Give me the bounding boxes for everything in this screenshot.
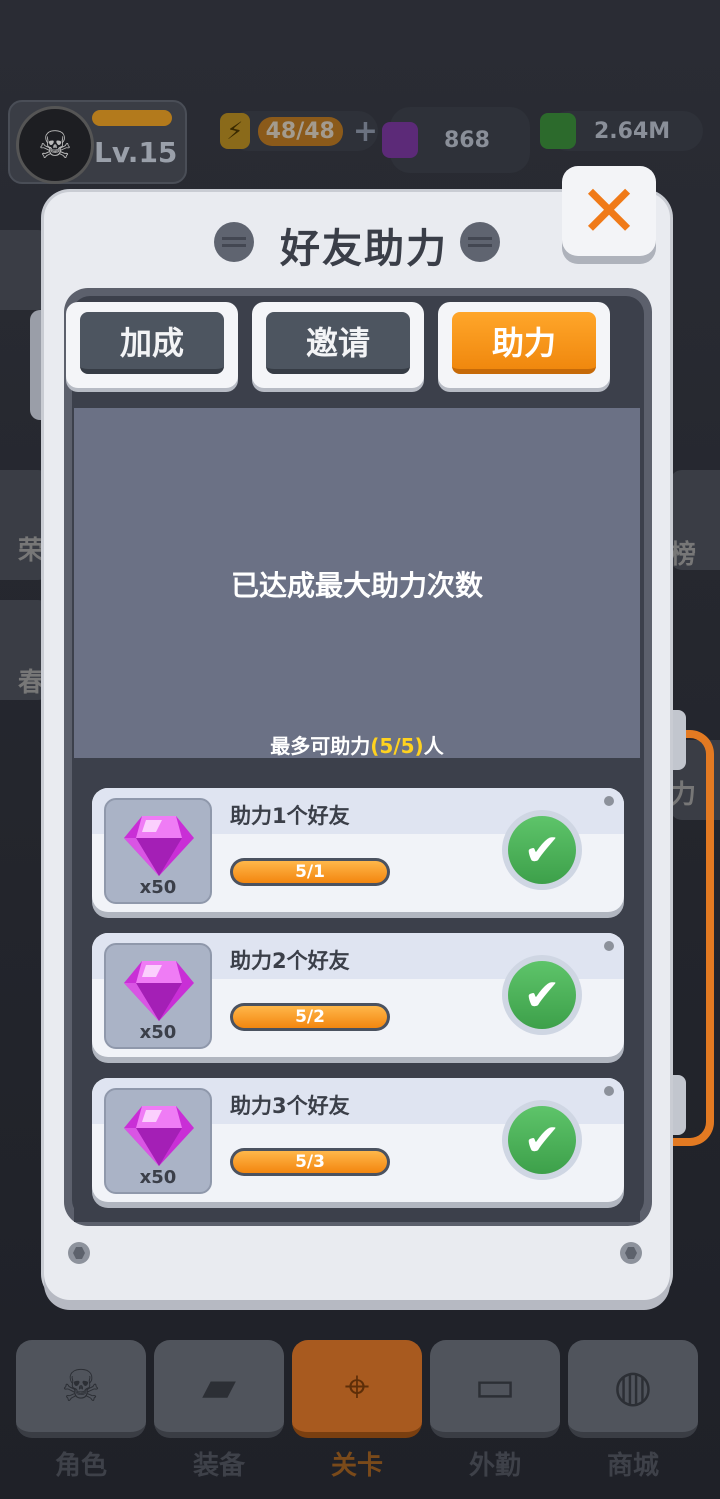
progress-bar: 5/1 [230, 858, 390, 886]
energy-value: 48/48 [257, 116, 343, 146]
nav-stage[interactable]: ⌖ [292, 1340, 422, 1438]
skull-icon: ☠ [61, 1360, 101, 1412]
claimed-check-button[interactable]: ✔ [502, 810, 582, 890]
player-card[interactable]: ☠ Lv.15 [8, 100, 187, 184]
nav-label: 角色 [54, 1451, 107, 1481]
screw-icon [68, 1242, 90, 1264]
reward-title: 助力3个好友 [230, 1094, 350, 1118]
tab-label: 助力 [452, 312, 596, 374]
reward-title: 助力2个好友 [230, 949, 350, 973]
tab-invite[interactable]: 邀请 [252, 302, 424, 388]
reward-list: x50 助力1个好友 5/1 ✔ x50 助力2个好友 5/2 ✔ x50 助力… [74, 766, 640, 1222]
gem-icon [124, 1106, 194, 1166]
gamepad-icon: ▭ [474, 1360, 516, 1412]
xp-bar [92, 110, 172, 126]
checkmark-icon: ✔ [508, 961, 576, 1029]
claimed-check-button[interactable]: ✔ [502, 1100, 582, 1180]
progress-text: 5/2 [295, 1007, 325, 1027]
shop-icon: ◍ [613, 1360, 653, 1412]
progress-text: 5/3 [295, 1152, 325, 1172]
gem-value: 868 [444, 127, 490, 153]
side-left-label-2: 春 [18, 668, 45, 698]
side-button-left-1[interactable] [0, 230, 50, 310]
reward-row: x50 助力2个好友 5/2 ✔ [92, 933, 624, 1057]
plus-icon[interactable]: + [353, 114, 378, 149]
row-screw-dot [604, 1086, 614, 1096]
tab-label: 加成 [80, 312, 224, 374]
gem-icon [124, 816, 194, 876]
cash-value: 2.64M [594, 118, 671, 144]
cash-icon [540, 113, 576, 149]
side-left-label-1: 荣 [18, 536, 45, 566]
bolt-icon [460, 222, 500, 262]
energy-counter[interactable]: ⚡ 48/48 + [220, 111, 378, 151]
tab-bonus[interactable]: 加成 [66, 302, 238, 388]
nav-label: 外勤 [468, 1451, 521, 1481]
side-button-right-1[interactable]: 榜 [670, 470, 720, 570]
map-pin-icon: ⌖ [344, 1360, 370, 1412]
assist-limit-prefix: 最多可助力 [270, 734, 371, 758]
modal-title: 好友助力 [280, 226, 448, 272]
tab-label: 邀请 [266, 312, 410, 374]
reward-item-box[interactable]: x50 [104, 1088, 212, 1194]
side-right-label-1: 榜 [670, 540, 697, 570]
nav-equipment[interactable]: ▰ [154, 1340, 284, 1438]
gem-icon [382, 122, 418, 158]
side-button-left-3[interactable]: 春 [0, 600, 50, 700]
bolt-icon [214, 222, 254, 262]
friend-assist-modal: 好友助力 加成 邀请 助力 已达成最大助力次数 最多可助力(5/5)人 x50 … [44, 192, 670, 1300]
player-level: Lv.15 [94, 136, 178, 169]
nav-field[interactable]: ▭ [430, 1340, 560, 1438]
reward-row: x50 助力3个好友 5/3 ✔ [92, 1078, 624, 1202]
reward-item-box[interactable]: x50 [104, 798, 212, 904]
close-x-icon: ✕ [578, 169, 640, 253]
reward-row: x50 助力1个好友 5/1 ✔ [92, 788, 624, 912]
battery-icon: ⚡ [220, 113, 250, 149]
nav-label: 商城 [606, 1451, 659, 1481]
reward-item-box[interactable]: x50 [104, 943, 212, 1049]
tab-bar: 加成 邀请 助力 [66, 302, 626, 392]
assist-limit-suffix: 人 [423, 734, 444, 758]
tab-assist[interactable]: 助力 [438, 302, 610, 388]
side-button-left-2[interactable]: 荣 [0, 470, 50, 580]
reward-quantity: x50 [139, 877, 177, 898]
skull-avatar-icon: ☠ [16, 106, 94, 184]
close-button[interactable]: ✕ [562, 166, 656, 256]
claimed-check-button[interactable]: ✔ [502, 955, 582, 1035]
gun-icon: ▰ [202, 1360, 236, 1412]
max-assist-message: 已达成最大助力次数 [230, 569, 483, 602]
nav-shop[interactable]: ◍ [568, 1340, 698, 1438]
bottom-nav: ☠ 角色 ▰ 装备 ⌖ 关卡 ▭ 外勤 ◍ 商城 [0, 1335, 720, 1499]
assist-status-panel: 已达成最大助力次数 最多可助力(5/5)人 [74, 408, 640, 758]
gem-icon [124, 961, 194, 1021]
row-screw-dot [604, 941, 614, 951]
progress-bar: 5/2 [230, 1003, 390, 1031]
assist-limit-value: (5/5) [370, 734, 424, 758]
assist-limit-text: 最多可助力(5/5)人 [74, 730, 640, 759]
modal-header: 好友助力 [44, 192, 564, 290]
nav-label: 装备 [192, 1451, 245, 1481]
nav-label: 关卡 [330, 1451, 383, 1481]
reward-title: 助力1个好友 [230, 804, 350, 828]
reward-quantity: x50 [139, 1167, 177, 1188]
nav-role[interactable]: ☠ [16, 1340, 146, 1438]
row-screw-dot [604, 796, 614, 806]
checkmark-icon: ✔ [508, 816, 576, 884]
checkmark-icon: ✔ [508, 1106, 576, 1174]
screw-icon [620, 1242, 642, 1264]
progress-text: 5/1 [295, 862, 325, 882]
reward-quantity: x50 [139, 1022, 177, 1043]
gem-counter[interactable]: 868 [382, 107, 530, 173]
progress-bar: 5/3 [230, 1148, 390, 1176]
cash-counter[interactable]: 2.64M [540, 111, 703, 151]
